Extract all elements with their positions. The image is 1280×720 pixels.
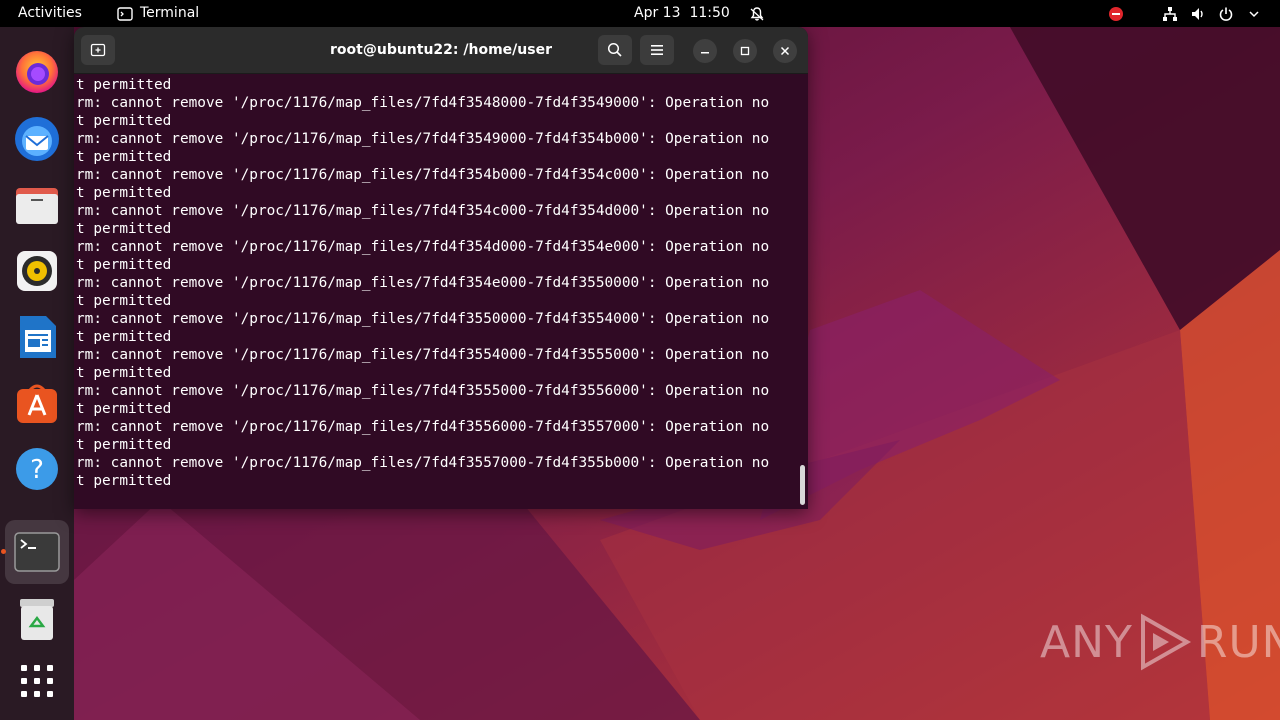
rhythmbox-icon (17, 251, 57, 291)
firefox-icon (16, 51, 58, 93)
minimize-button[interactable] (693, 39, 717, 63)
clock[interactable]: Apr 13 11:50 (634, 0, 765, 27)
search-icon (607, 42, 622, 57)
volume-icon (1190, 6, 1206, 22)
terminal-line: rm: cannot remove '/proc/1176/map_files/… (76, 95, 770, 111)
power-icon (1218, 6, 1234, 22)
dock-show-apps[interactable] (5, 651, 69, 711)
notification-bell-icon (750, 6, 764, 21)
app-menu-label: Terminal (140, 5, 200, 21)
terminal-line: t permitted (76, 149, 172, 165)
new-tab-button[interactable] (81, 35, 115, 65)
grid-icon (21, 665, 53, 697)
maximize-button[interactable] (733, 39, 757, 63)
clock-date: Apr 13 (634, 5, 681, 21)
running-indicator (1, 549, 6, 554)
writer-icon (20, 316, 56, 358)
terminal-line: rm: cannot remove '/proc/1176/map_files/… (76, 239, 770, 255)
maximize-icon (740, 46, 750, 56)
svg-text:?: ? (30, 455, 44, 485)
terminal-icon (117, 6, 133, 21)
watermark-left: ANY (1040, 616, 1133, 668)
terminal-line: rm: cannot remove '/proc/1176/map_files/… (76, 131, 770, 147)
dock-thunderbird[interactable] (5, 109, 69, 169)
dock-writer[interactable] (5, 307, 69, 367)
dock-firefox[interactable] (5, 42, 69, 102)
thunderbird-icon (15, 117, 59, 161)
terminal-line: t permitted (76, 473, 172, 489)
terminal-line: t permitted (76, 365, 172, 381)
new-tab-icon (90, 43, 106, 57)
terminal-line: t permitted (76, 293, 172, 309)
dock: ? (0, 27, 74, 720)
terminal-line: t permitted (76, 401, 172, 417)
app-menu[interactable]: Terminal (117, 0, 199, 27)
trash-icon (20, 599, 54, 640)
terminal-line: t permitted (76, 77, 172, 93)
anyrun-watermark: ANY RUN (1040, 612, 1280, 672)
terminal-line: t permitted (76, 113, 172, 129)
terminal-line: rm: cannot remove '/proc/1176/map_files/… (76, 347, 770, 363)
files-icon (16, 188, 58, 224)
terminal-output[interactable]: t permitted rm: cannot remove '/proc/1176… (74, 73, 800, 509)
terminal-window[interactable]: root@ubuntu22: /home/user t permitted rm:… (74, 27, 808, 509)
terminal-line: rm: cannot remove '/proc/1176/map_files/… (76, 455, 770, 471)
network-icon (1162, 6, 1178, 22)
app-center-icon (17, 384, 57, 423)
watermark-right: RUN (1196, 616, 1280, 668)
dock-terminal[interactable] (1, 520, 69, 584)
terminal-line: rm: cannot remove '/proc/1176/map_files/… (76, 383, 770, 399)
help-icon: ? (16, 448, 58, 490)
terminal-headerbar[interactable]: root@ubuntu22: /home/user (74, 27, 808, 74)
terminal-line: rm: cannot remove '/proc/1176/map_files/… (76, 203, 770, 219)
dock-rhythmbox[interactable] (5, 241, 69, 301)
menu-button[interactable] (640, 35, 674, 65)
activities-button[interactable]: Activities (18, 0, 82, 27)
dock-files[interactable] (5, 175, 69, 235)
terminal-app-icon (14, 532, 60, 572)
terminal-scrollbar[interactable] (800, 465, 805, 505)
clock-time: 11:50 (689, 5, 730, 21)
terminal-line: rm: cannot remove '/proc/1176/map_files/… (76, 311, 770, 327)
terminal-line: t permitted (76, 185, 172, 201)
terminal-line: rm: cannot remove '/proc/1176/map_files/… (76, 275, 770, 291)
do-not-disturb-icon (1108, 6, 1124, 22)
dock-help[interactable]: ? (5, 439, 69, 499)
top-bar: Activities Terminal Apr 13 11:50 (0, 0, 1280, 27)
search-button[interactable] (598, 35, 632, 65)
terminal-line: rm: cannot remove '/proc/1176/map_files/… (76, 167, 770, 183)
dock-app-center[interactable] (5, 373, 69, 433)
minimize-icon (701, 52, 709, 54)
play-logo-icon (1140, 613, 1191, 671)
terminal-line: t permitted (76, 221, 172, 237)
close-icon (780, 46, 790, 56)
terminal-line: rm: cannot remove '/proc/1176/map_files/… (76, 419, 770, 435)
terminal-line: t permitted (76, 437, 172, 453)
dock-trash[interactable] (5, 589, 69, 649)
chevron-down-icon (1246, 6, 1262, 22)
terminal-line: t permitted (76, 257, 172, 273)
hamburger-menu-icon (651, 45, 663, 55)
system-tray[interactable] (1108, 0, 1262, 27)
close-button[interactable] (773, 39, 797, 63)
terminal-line: t permitted (76, 329, 172, 345)
